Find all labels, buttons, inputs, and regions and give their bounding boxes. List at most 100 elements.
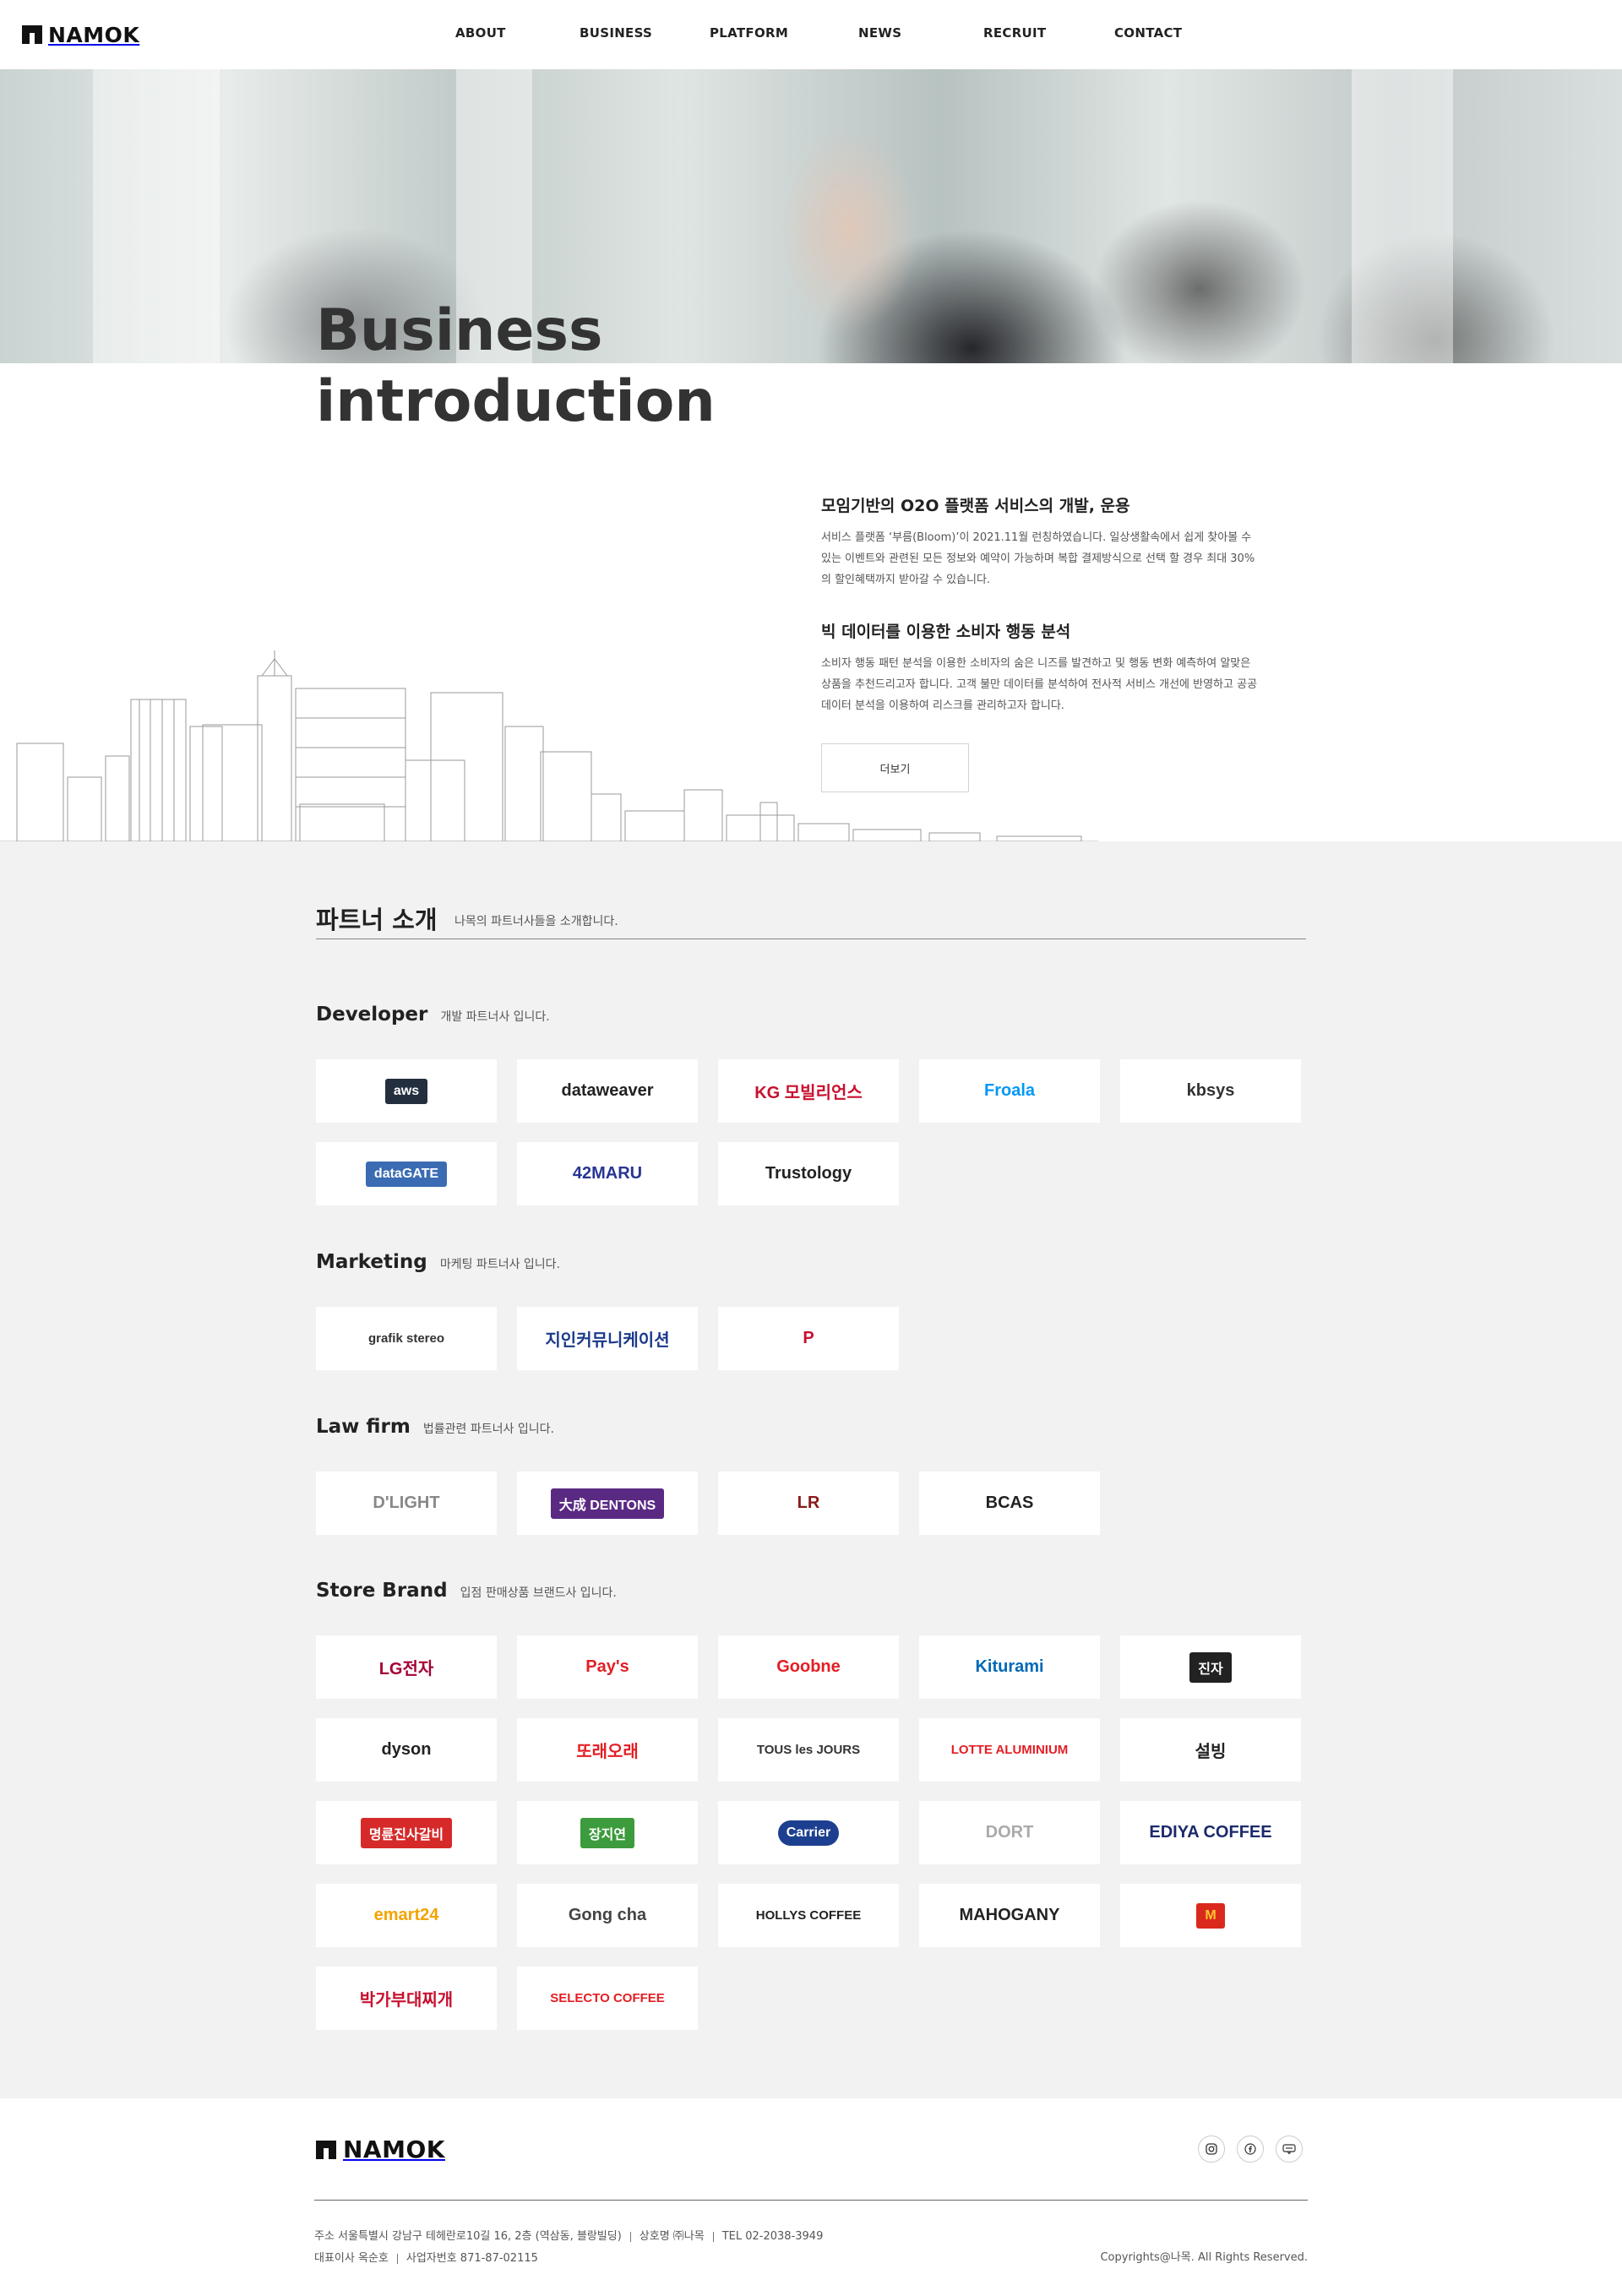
hero-window-light [1352,69,1453,363]
blog-icon[interactable] [1276,2135,1303,2163]
category-subtitle: 개발 파트너사 입니다. [440,1010,550,1024]
nav-about[interactable]: ABOUT [455,25,506,41]
partner-logo-label: aws [384,1078,428,1104]
footer-tel: TEL 02-2038-3949 [721,2230,824,2243]
partner-logo-card: LOTTE ALUMINIUM [919,1718,1100,1782]
intro-body-line: 있는 이벤트와 관련된 모든 정보와 예약이 가능하며 복합 결제방식으로 선택… [821,552,1255,565]
category-title: Marketing [316,1251,427,1273]
partner-logo-label: Kiturami [975,1657,1044,1676]
logo-grid: D'LIGHT 大成 DENTONS LR BCAS [316,1472,1313,1535]
partner-logo-label: Trustology [765,1164,852,1183]
footer-logo[interactable]: NAMOK [316,2135,445,2163]
category-store: Store Brand 입점 판매상품 브랜드사 입니다. LG전자 Pay's G… [316,1580,1313,2030]
partner-logo-label: LR [797,1493,820,1512]
nav-recruit[interactable]: RECRUIT [983,25,1046,41]
facebook-icon[interactable] [1237,2135,1264,2163]
partner-logo-label: TOUS les JOURS [756,1743,861,1757]
page-title: Business introduction [316,296,716,438]
copyright: Copyrights@나목. All Rights Reserved. [1100,2251,1308,2264]
intro-body-line: 의 할인혜택까지 받아갈 수 있습니다. [821,574,991,586]
partner-logo-label: HOLLYS COFFEE [755,1908,862,1923]
partner-logo-label: LG전자 [378,1660,434,1678]
partner-logo-label: MAHOGANY [959,1906,1060,1924]
namok-logo-mark-icon [316,2140,336,2159]
business-intro: 모임기반의 O2O 플랫폼 서비스의 개발, 운용 서비스 플랫폼 ‘부름(Bl… [821,493,1306,745]
partner-logo-card: Trustology [718,1142,899,1205]
category-marketing: Marketing 마케팅 파트너사 입니다. grafik stereo 지인커… [316,1251,1313,1370]
partner-logo-label: P [803,1329,814,1347]
partner-logo-card: 지인커뮤니케이션 [517,1307,698,1370]
nav-news[interactable]: NEWS [858,25,901,41]
partner-logo-label: dyson [381,1740,432,1759]
footer-company-name: 상호명 ㈜나목 [639,2230,705,2243]
page-title-line2: introduction [316,368,716,435]
partner-logo-card: P [718,1307,899,1370]
more-button[interactable]: 더보기 [821,743,969,792]
partner-logo-label: EDIYA COFFEE [1149,1823,1272,1842]
partner-logo-card: dyson [316,1718,497,1782]
nav-business[interactable]: BUSINESS [580,25,652,41]
partners-section: 파트너 소개 나목의 파트너사들을 소개합니다. Developer 개발 파트… [0,841,1622,2098]
category-law: Law firm 법률관련 파트너사 입니다. D'LIGHT 大成 DENTON… [316,1416,1313,1535]
logo-grid: grafik stereo 지인커뮤니케이션 P [316,1307,1313,1370]
footer-ceo: 대표이사 옥순호 [314,2252,389,2265]
nav-contact[interactable]: CONTACT [1114,25,1182,41]
partner-logo-card: 진자 [1120,1635,1301,1699]
partner-logo-card: TOUS les JOURS [718,1718,899,1782]
partner-logo-label: KG 모빌리언스 [754,1084,863,1102]
logo-grid: aws dataweaver KG 모빌리언스 Froala kbsys dataGATE… [316,1059,1313,1205]
intro-block-bigdata: 빅 데이터를 이용한 소비자 행동 분석 소비자 행동 패턴 분석을 이용한 소… [821,619,1306,716]
partner-logo-card: LR [718,1472,899,1535]
partner-logo-label: Froala [983,1081,1036,1100]
partner-logo-label: dataGATE [365,1161,448,1187]
logo-text: NAMOK [48,22,140,47]
intro-body-line: 서비스 플랫폼 ‘부름(Bloom)’이 2021.11월 런칭하였습니다. 일… [821,531,1252,544]
site-header: NAMOK ABOUT BUSINESS PLATFORM NEWS RECRU… [0,0,1622,69]
intro-heading-bigdata: 빅 데이터를 이용한 소비자 행동 분석 [821,623,1071,641]
category-title: Law firm [316,1416,411,1438]
partner-logo-card: Goobne [718,1635,899,1699]
logo-grid: LG전자 Pay's Goobne Kiturami 진자 dyson 또래오래 TOUS l… [316,1635,1313,2030]
partner-logo-card: Pay's [517,1635,698,1699]
partner-logo-card: 또래오래 [517,1718,698,1782]
partner-logo-card: grafik stereo [316,1307,497,1370]
partner-logo-card: BCAS [919,1472,1100,1535]
partner-logo-label: 박가부대찌개 [359,1991,454,2010]
partner-logo-label: 지인커뮤니케이션 [545,1331,670,1350]
partner-logo-card: kbsys [1120,1059,1301,1123]
partner-logo-label: Pay's [585,1657,629,1676]
partner-logo-card: Froala [919,1059,1100,1123]
partner-logo-label: Goobne [776,1657,841,1676]
namok-logo-mark-icon [22,25,42,44]
partner-logo-label: M [1196,1902,1225,1929]
main-nav: ABOUT BUSINESS PLATFORM NEWS RECRUIT CON… [422,25,1183,46]
nav-platform[interactable]: PLATFORM [710,25,788,41]
partner-logo-card: MAHOGANY [919,1884,1100,1947]
logo[interactable]: NAMOK [22,22,140,47]
partner-logo-card: 설빙 [1120,1718,1301,1782]
hero-banner [0,69,1622,363]
partner-logo-card: DORT [919,1801,1100,1864]
partner-logo-label: DORT [985,1823,1034,1842]
partners-title: 파트너 소개 [316,906,438,934]
page-title-line1: Business [316,297,603,364]
partner-logo-label: 명륜진사갈비 [360,1817,453,1848]
partner-logo-card: KG 모빌리언스 [718,1059,899,1123]
category-subtitle: 법률관련 파트너사 입니다. [422,1423,554,1436]
footer-address: 주소 서울특별시 강남구 테헤란로10길 16, 2층 (역삼동, 블랑빌딩) [314,2230,622,2243]
partner-logo-card: 大成 DENTONS [517,1472,698,1535]
intro-body-line: 데이터 분석을 이용하여 리스크를 관리하고자 합니다. [821,699,1064,712]
category-title: Store Brand [316,1580,448,1602]
intro-body-line: 소비자 행동 패턴 분석을 이용한 소비자의 숨은 니즈를 발견하고 및 행동 … [821,657,1251,670]
partner-logo-label: 진자 [1189,1651,1232,1683]
partner-logo-card: Gong cha [517,1884,698,1947]
partner-logo-card: 명륜진사갈비 [316,1801,497,1864]
partner-logo-card: D'LIGHT [316,1472,497,1535]
partner-logo-label: BCAS [985,1493,1034,1512]
partner-logo-card: 42MARU [517,1142,698,1205]
intro-body-o2o: 서비스 플랫폼 ‘부름(Bloom)’이 2021.11월 런칭하였습니다. 일… [821,527,1306,590]
social-links [1198,2135,1303,2163]
partner-logo-label: SELECTO COFFEE [550,1991,665,2005]
instagram-icon[interactable] [1198,2135,1225,2163]
partner-logo-card: dataGATE [316,1142,497,1205]
